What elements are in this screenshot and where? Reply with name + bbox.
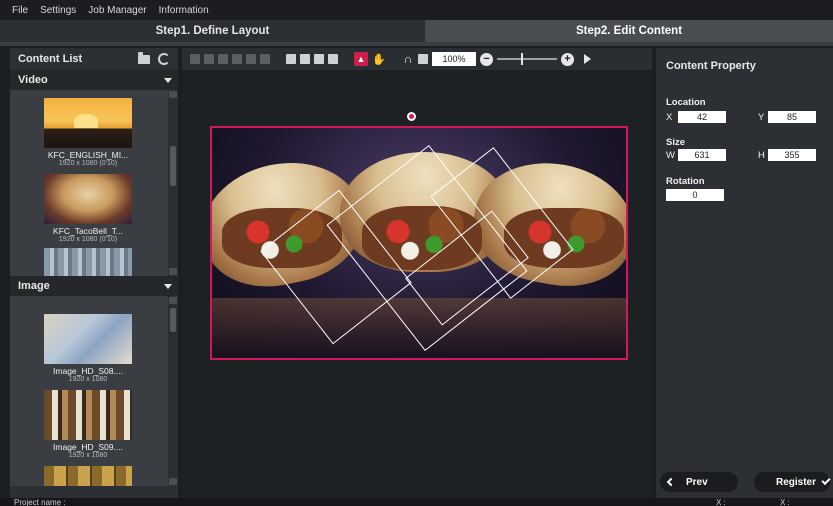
collapse-icon[interactable] [164,77,172,83]
content-canvas[interactable] [210,126,628,360]
align-middle-icon[interactable] [246,54,256,64]
rotate-handle[interactable] [407,112,416,121]
item-meta: 1920 x 1080 [68,452,108,459]
video-section-label: Video [18,74,48,86]
align-right-icon[interactable] [218,54,228,64]
bring-forward-icon[interactable] [300,54,310,64]
video-list: KFC_ENGLISH_MI... 1920 x 1080 (0'10) KFC… [10,90,178,276]
image-thumbnail [44,390,132,440]
scroll-thumb[interactable] [170,308,176,332]
magnet-icon[interactable]: ∩ [402,52,414,66]
item-meta: 1920 x 1080 (0'10) [58,236,118,243]
video-thumbnail [44,174,132,224]
content-list-header: Content List [10,48,178,70]
hand-tool-icon[interactable]: ✋ [372,52,386,66]
tab-edit-content[interactable]: Step2. Edit Content [425,20,833,42]
item-name: KFC_TacoBell_T... [53,226,123,236]
y-label: Y [758,112,765,123]
zoom-in-icon[interactable]: + [561,52,574,66]
x-field[interactable]: 42 [678,111,726,123]
zoom-slider-knob[interactable] [521,53,523,65]
menu-job-manager[interactable]: Job Manager [88,5,146,16]
step-tabs: Step1. Define Layout Step2. Edit Content [0,20,833,42]
item-name: Image_HD_S09.... [53,442,123,452]
scroll-down-icon[interactable] [169,268,177,275]
x-label: X [666,112,673,123]
pointer-tool-icon[interactable]: ▲ [354,52,368,66]
divider [0,42,833,46]
list-item[interactable]: KFC_ENGLISH_MI... 1920 x 1080 (0'10) [38,98,138,167]
bring-front-icon[interactable] [286,54,296,64]
chevron-left-icon [666,477,676,487]
zoom-input[interactable]: 100% [432,52,476,66]
folder-icon[interactable] [138,52,150,64]
item-name: KFC_ENGLISH_MI... [47,150,129,160]
h-label: H [758,150,765,161]
image-thumbnail [44,314,132,364]
content-list-title: Content List [18,53,83,65]
item-meta: 1920 x 1080 [68,376,108,383]
rotation-label: Rotation [666,176,705,187]
collapse-icon[interactable] [164,283,172,289]
video-scrollbar[interactable] [168,90,178,276]
list-item[interactable]: KFC_TacoBell_T... 1920 x 1080 (0'10) [38,174,138,243]
scroll-up-icon[interactable] [169,297,177,304]
video-thumbnail [44,98,132,148]
image-section-label: Image [18,280,50,292]
project-name-label: Project name : [14,498,66,506]
editor-toolbar: ▲ ✋ ∩ 100% − + [182,48,652,70]
scroll-thumb[interactable] [170,146,176,186]
play-icon[interactable] [584,54,591,64]
location-label: Location [666,97,706,108]
fit-screen-icon[interactable] [418,54,428,64]
image-scrollbar[interactable] [168,296,178,486]
w-label: W [666,150,675,161]
video-thumbnail [44,248,132,276]
list-item[interactable] [38,466,138,486]
refresh-icon[interactable] [158,53,170,65]
align-bottom-icon[interactable] [260,54,270,64]
scroll-down-icon[interactable] [169,478,177,485]
tab-define-layout[interactable]: Step1. Define Layout [0,20,425,42]
image-list: Image_HD_S08.... 1920 x 1080 Image_HD_S0… [10,296,178,486]
width-field[interactable]: 631 [678,149,726,161]
register-button[interactable]: Register [754,472,831,492]
zoom-slider[interactable] [497,53,557,65]
prev-label: Prev [686,476,708,488]
video-section-header[interactable]: Video [10,70,178,90]
editor-canvas-area: ▲ ✋ ∩ 100% − + [182,48,652,498]
size-label: Size [666,137,686,148]
rotation-field[interactable]: 0 [666,189,724,201]
item-meta: 1920 x 1080 (0'10) [58,160,118,167]
scroll-up-icon[interactable] [169,91,177,98]
menu-information[interactable]: Information [159,5,209,16]
status-bar: Project name : X : X : [0,498,833,506]
align-left-icon[interactable] [190,54,200,64]
zoom-out-icon[interactable]: − [480,52,493,66]
menu-file[interactable]: File [12,5,28,16]
list-item[interactable]: Image_HD_S08.... 1920 x 1080 [38,314,138,383]
content-property-panel: Content Property Location X 42 Y 85 Size… [656,48,833,498]
align-top-icon[interactable] [232,54,242,64]
prev-button[interactable]: Prev [660,472,738,492]
menu-bar: File Settings Job Manager Information [0,0,833,20]
register-label: Register [776,476,817,488]
height-field[interactable]: 355 [768,149,816,161]
status-x-label-2: X : [780,498,790,506]
align-center-icon[interactable] [204,54,214,64]
menu-settings[interactable]: Settings [40,5,76,16]
list-item[interactable] [38,248,138,276]
list-item[interactable]: Image_HD_S09.... 1920 x 1080 [38,390,138,459]
panel-title: Content Property [666,60,756,72]
check-icon [821,475,831,486]
item-name: Image_HD_S08.... [53,366,123,376]
y-field[interactable]: 85 [768,111,816,123]
send-backward-icon[interactable] [314,54,324,64]
send-back-icon[interactable] [328,54,338,64]
content-list-panel: Content List Video KFC_ENGLISH_MI... 192… [10,48,178,498]
image-section-header[interactable]: Image [10,276,178,296]
status-x-label: X : [716,498,726,506]
image-thumbnail [44,466,132,486]
